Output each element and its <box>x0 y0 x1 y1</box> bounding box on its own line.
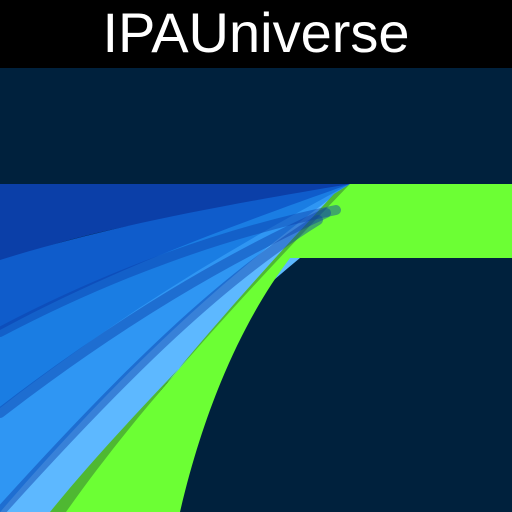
app-icon-image: IPAUniverse <box>0 0 512 512</box>
watermark-text: IPAUniverse <box>102 1 410 64</box>
watermark-banner: IPAUniverse <box>0 0 512 68</box>
lumafusion-app-logo-icon <box>0 68 512 512</box>
